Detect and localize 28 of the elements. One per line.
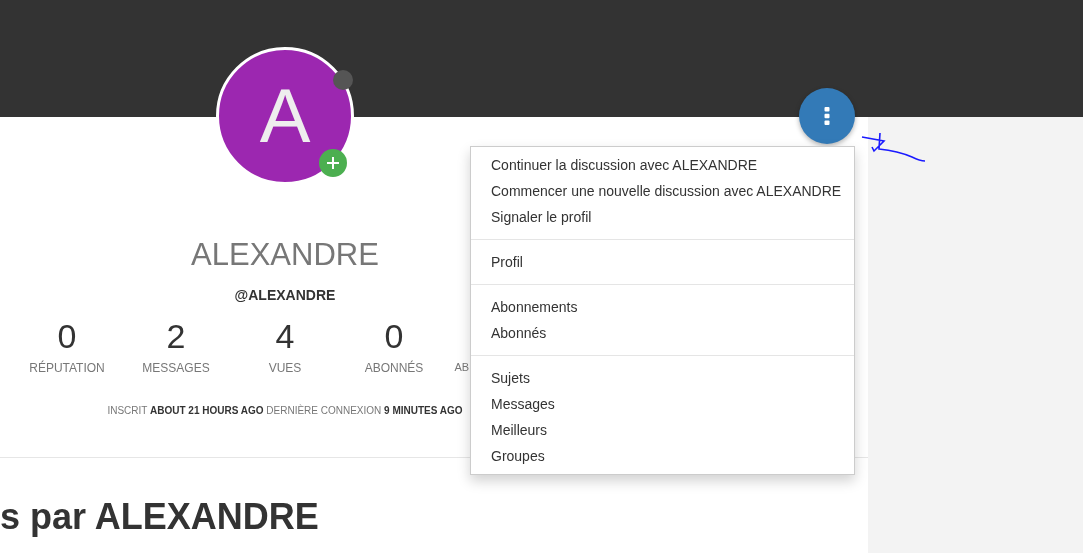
add-icon[interactable] [319, 149, 347, 177]
more-icon [824, 107, 830, 125]
stat-label: VUES [268, 361, 302, 375]
menu-item[interactable]: Sujets [471, 365, 854, 391]
stat-value: 4 [275, 317, 295, 355]
membership-info: INSCRIT ABOUT 21 HOURS AGO DERNIÈRE CONNEXION 9 MINUTES AGO [107, 405, 463, 416]
stat-value: 0 [57, 317, 77, 355]
scribble-drawing [860, 133, 928, 165]
menu-item[interactable]: Meilleurs [471, 417, 854, 443]
stat-label: AB [454, 361, 470, 373]
username: @ALEXANDRE [234, 287, 336, 303]
stat-value: 0 [384, 317, 404, 355]
section-heading: s par ALEXANDRE [0, 496, 320, 538]
menu-item[interactable]: Abonnements [471, 294, 854, 320]
stat-label: MESSAGES [142, 361, 210, 375]
menu-item[interactable]: Abonnés [471, 320, 854, 346]
menu-item[interactable]: Profil [471, 249, 854, 275]
stat-label: ABONNÉS [364, 361, 424, 375]
menu-item[interactable]: Commencer une nouvelle discussion avec ALEXANDRE [471, 178, 854, 204]
status-dot [333, 70, 353, 90]
stat-value: 2 [166, 317, 186, 355]
stat-label: RÉPUTATION [29, 361, 105, 375]
menu-item[interactable]: Continuer la discussion avec ALEXANDRE [471, 152, 854, 178]
menu-item[interactable]: Messages [471, 391, 854, 417]
display-name: ALEXANDRE [191, 237, 379, 273]
menu-item[interactable]: Groupes [471, 443, 854, 469]
avatar-letter: A [259, 78, 311, 154]
menu-item[interactable]: Signaler le profil [471, 204, 854, 230]
